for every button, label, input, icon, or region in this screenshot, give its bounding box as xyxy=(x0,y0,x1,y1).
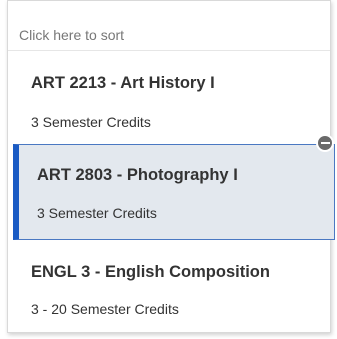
course-credits: 3 Semester Credits xyxy=(37,205,157,221)
sort-button[interactable]: Click here to sort xyxy=(8,1,330,51)
course-item[interactable]: ART 2213 - Art History I 3 Semester Cred… xyxy=(8,52,330,144)
course-item[interactable]: ENGL 3 - English Composition 3 - 20 Seme… xyxy=(8,240,330,334)
course-title: ART 2213 - Art History I xyxy=(31,74,215,92)
minus-circle-icon xyxy=(320,142,330,144)
remove-course-button[interactable] xyxy=(316,134,334,152)
course-title: ART 2803 - Photography I xyxy=(37,166,238,184)
course-credits: 3 Semester Credits xyxy=(31,114,151,130)
course-item-selected[interactable]: ART 2803 - Photography I 3 Semester Cred… xyxy=(13,144,335,240)
course-title: ENGL 3 - English Composition xyxy=(31,263,270,281)
sort-label: Click here to sort xyxy=(19,27,125,43)
course-list-panel: Click here to sort ART 2213 - Art Histor… xyxy=(7,0,335,334)
course-credits: 3 - 20 Semester Credits xyxy=(31,301,179,317)
